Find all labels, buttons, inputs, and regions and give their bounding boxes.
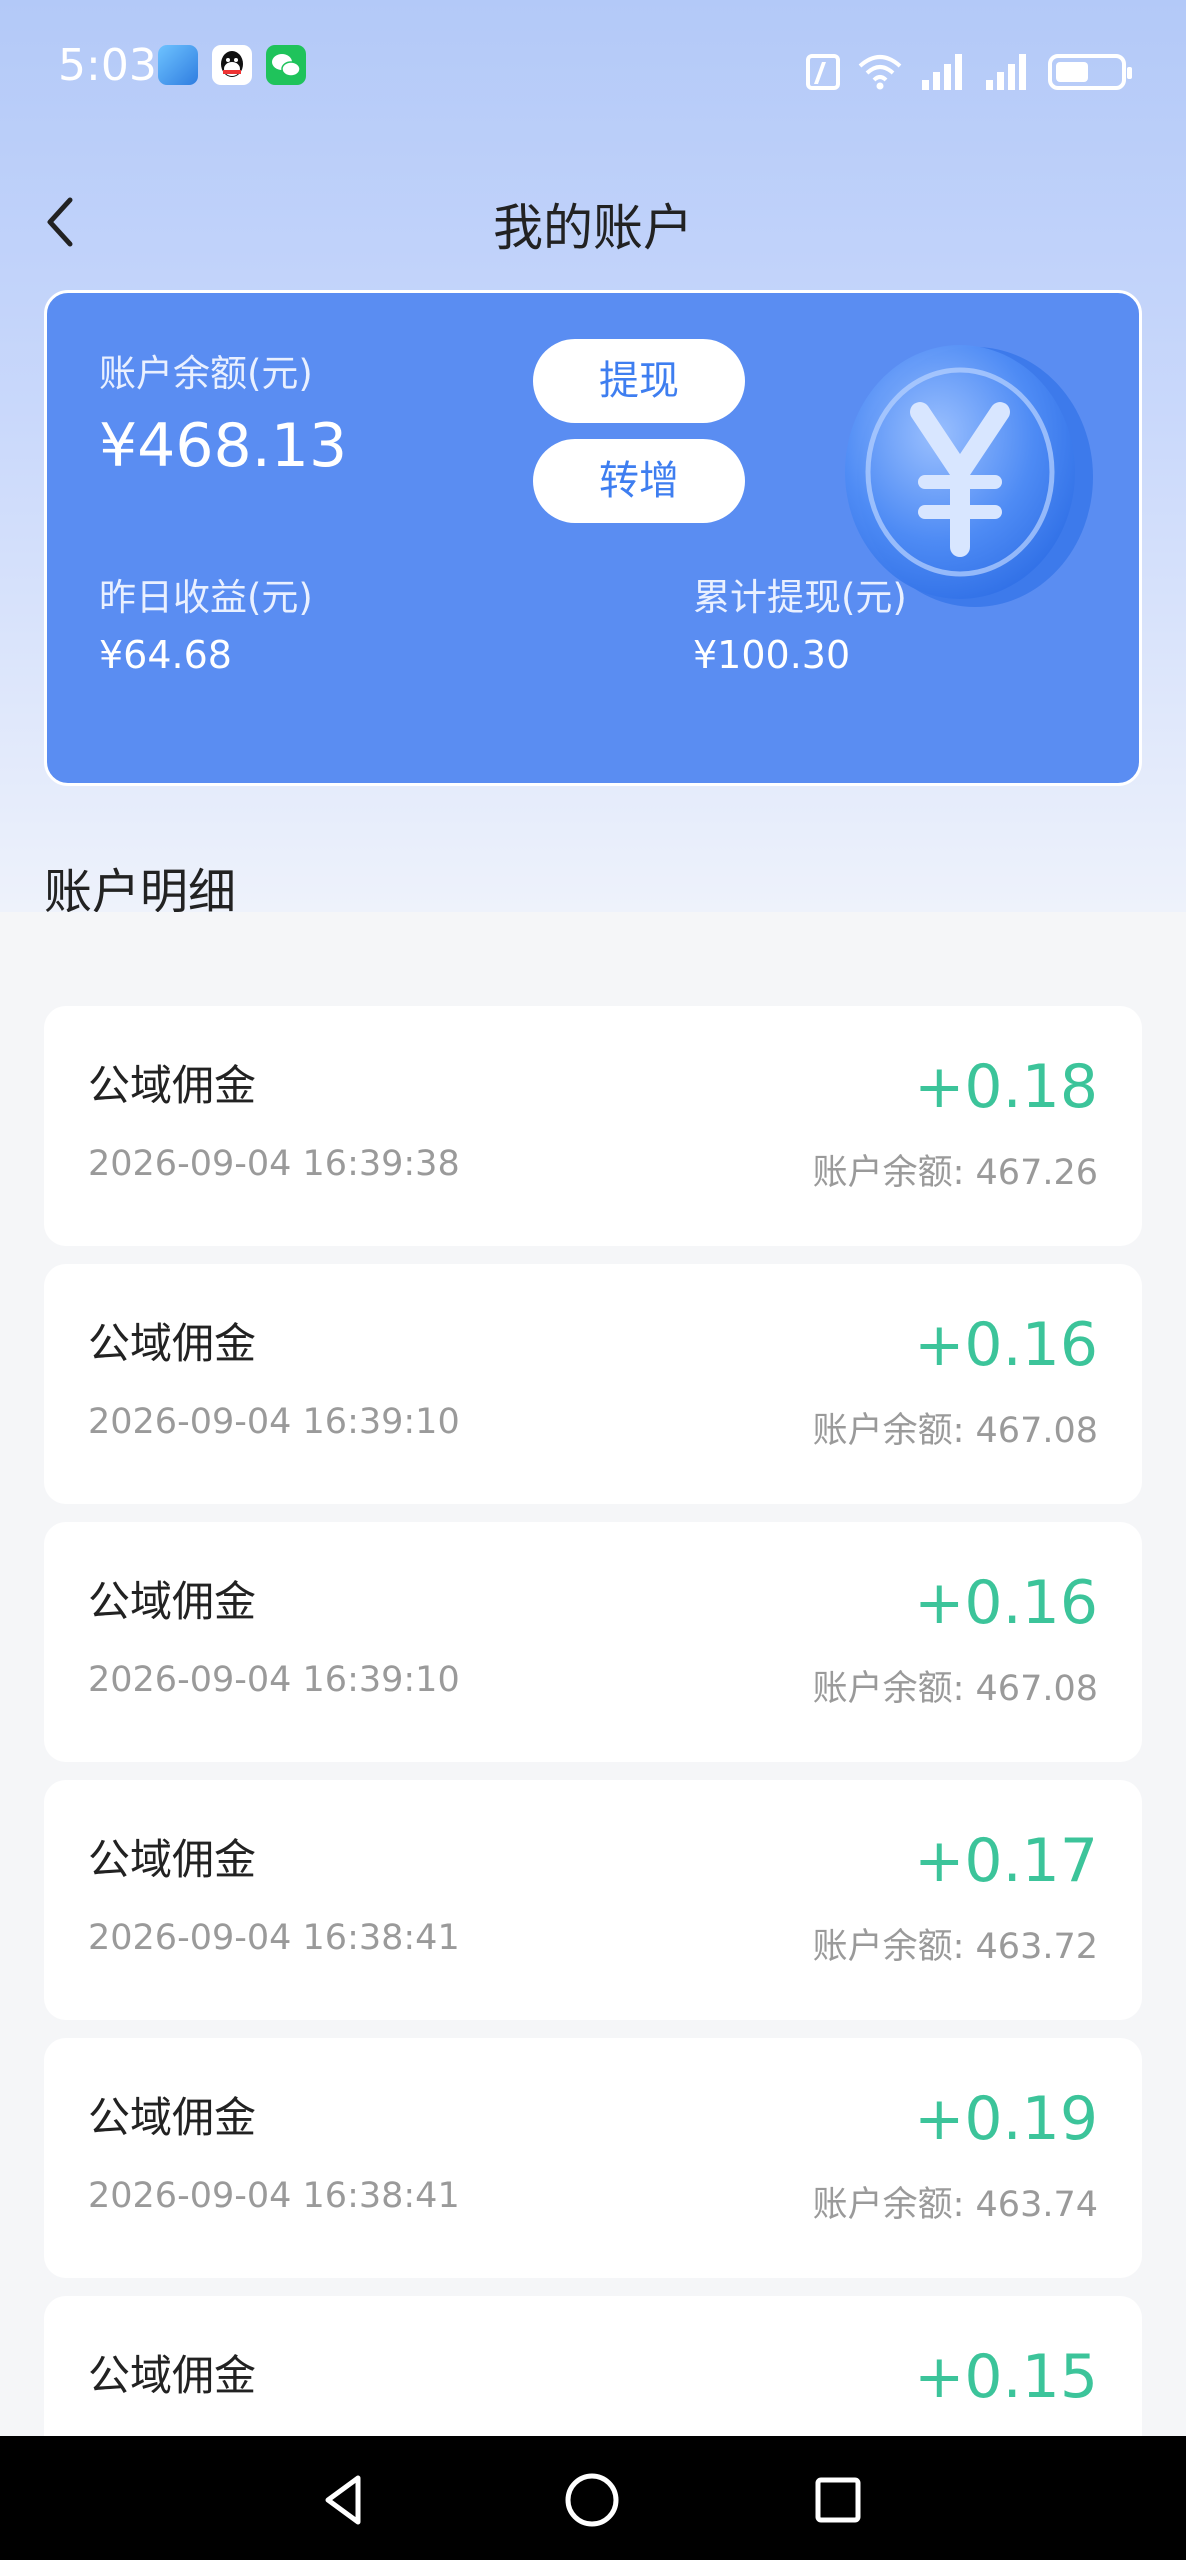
page-title: 我的账户 xyxy=(493,199,693,257)
item-time: 2026-09-04 16:39:38 xyxy=(88,1144,460,1184)
withdraw-button[interactable]: 提现 xyxy=(533,339,745,423)
item-time: 2026-09-04 16:38:41 xyxy=(88,2176,460,2216)
recents-square-icon xyxy=(815,2477,861,2523)
yesterday-income-value: ¥64.68 xyxy=(99,633,232,677)
nav-home-button[interactable] xyxy=(560,2468,624,2532)
signal-icon xyxy=(984,52,1032,90)
balance-card: 账户余额(元) ¥468.13 提现 转增 昨日收益(元) ¥64.68 累计提… xyxy=(44,290,1142,786)
item-time: 2026-09-04 16:39:10 xyxy=(88,1660,460,1700)
item-title: 公域佣金 xyxy=(88,1835,257,1884)
battery-level xyxy=(1056,62,1089,82)
item-amount: +0.19 xyxy=(914,2084,1098,2154)
total-withdraw-value: ¥100.30 xyxy=(693,633,851,677)
item-balance: 账户余额: 467.08 xyxy=(812,1411,1098,1451)
qq-icon xyxy=(212,45,252,85)
list-item[interactable]: 公域佣金 2026-09-04 16:39:10 +0.16 账户余额: 467… xyxy=(44,1522,1142,1762)
item-amount: +0.17 xyxy=(914,1826,1098,1896)
home-circle-icon xyxy=(565,2473,619,2527)
item-amount: +0.15 xyxy=(914,2342,1098,2412)
item-balance: 账户余额: 467.26 xyxy=(812,1153,1098,1193)
battery-icon xyxy=(1048,54,1132,90)
app-blue-icon xyxy=(158,45,198,85)
system-nav-bar xyxy=(0,2436,1186,2560)
wifi-icon xyxy=(856,52,904,90)
item-title: 公域佣金 xyxy=(88,1577,257,1626)
item-balance: 账户余额: 463.74 xyxy=(812,2185,1098,2225)
item-title: 公域佣金 xyxy=(88,1319,257,1368)
item-amount: +0.16 xyxy=(914,1310,1098,1380)
wechat-icon xyxy=(266,45,306,85)
nfc-icon xyxy=(806,54,840,90)
list-item[interactable]: 公域佣金 2026-09-04 16:38:41 +0.17 账户余额: 463… xyxy=(44,1780,1142,2020)
nav-recents-button[interactable] xyxy=(806,2468,870,2532)
status-time: 5:03 xyxy=(58,40,157,91)
item-title: 公域佣金 xyxy=(88,2093,257,2142)
list-item[interactable]: 公域佣金 2026-09-04 16:38:41 +0.19 账户余额: 463… xyxy=(44,2038,1142,2278)
back-triangle-icon xyxy=(325,2475,361,2525)
item-time: 2026-09-04 16:38:41 xyxy=(88,1918,460,1958)
transfer-button[interactable]: 转增 xyxy=(533,439,745,523)
signal-icon xyxy=(920,52,968,90)
balance-label: 账户余额(元) xyxy=(99,352,313,395)
list-item[interactable]: 公域佣金 +0.15 xyxy=(44,2296,1142,2436)
transaction-list[interactable]: 公域佣金 2026-09-04 16:39:38 +0.18 账户余额: 467… xyxy=(0,912,1186,2436)
total-withdraw-label: 累计提现(元) xyxy=(693,576,907,619)
balance-value: ¥468.13 xyxy=(99,411,348,481)
yesterday-income-label: 昨日收益(元) xyxy=(99,576,313,619)
list-item[interactable]: 公域佣金 2026-09-04 16:39:10 +0.16 账户余额: 467… xyxy=(44,1264,1142,1504)
item-balance: 账户余额: 467.08 xyxy=(812,1669,1098,1709)
nav-back-button[interactable] xyxy=(312,2468,376,2532)
item-title: 公域佣金 xyxy=(88,2351,257,2400)
status-icons xyxy=(806,46,1132,90)
item-amount: +0.18 xyxy=(914,1052,1098,1122)
item-time: 2026-09-04 16:39:10 xyxy=(88,1402,460,1442)
item-balance: 账户余额: 463.72 xyxy=(812,1927,1098,1967)
list-item[interactable]: 公域佣金 2026-09-04 16:39:38 +0.18 账户余额: 467… xyxy=(44,1006,1142,1246)
item-amount: +0.16 xyxy=(914,1568,1098,1638)
item-title: 公域佣金 xyxy=(88,1061,257,1110)
status-bar: 5:03 xyxy=(0,0,1186,136)
